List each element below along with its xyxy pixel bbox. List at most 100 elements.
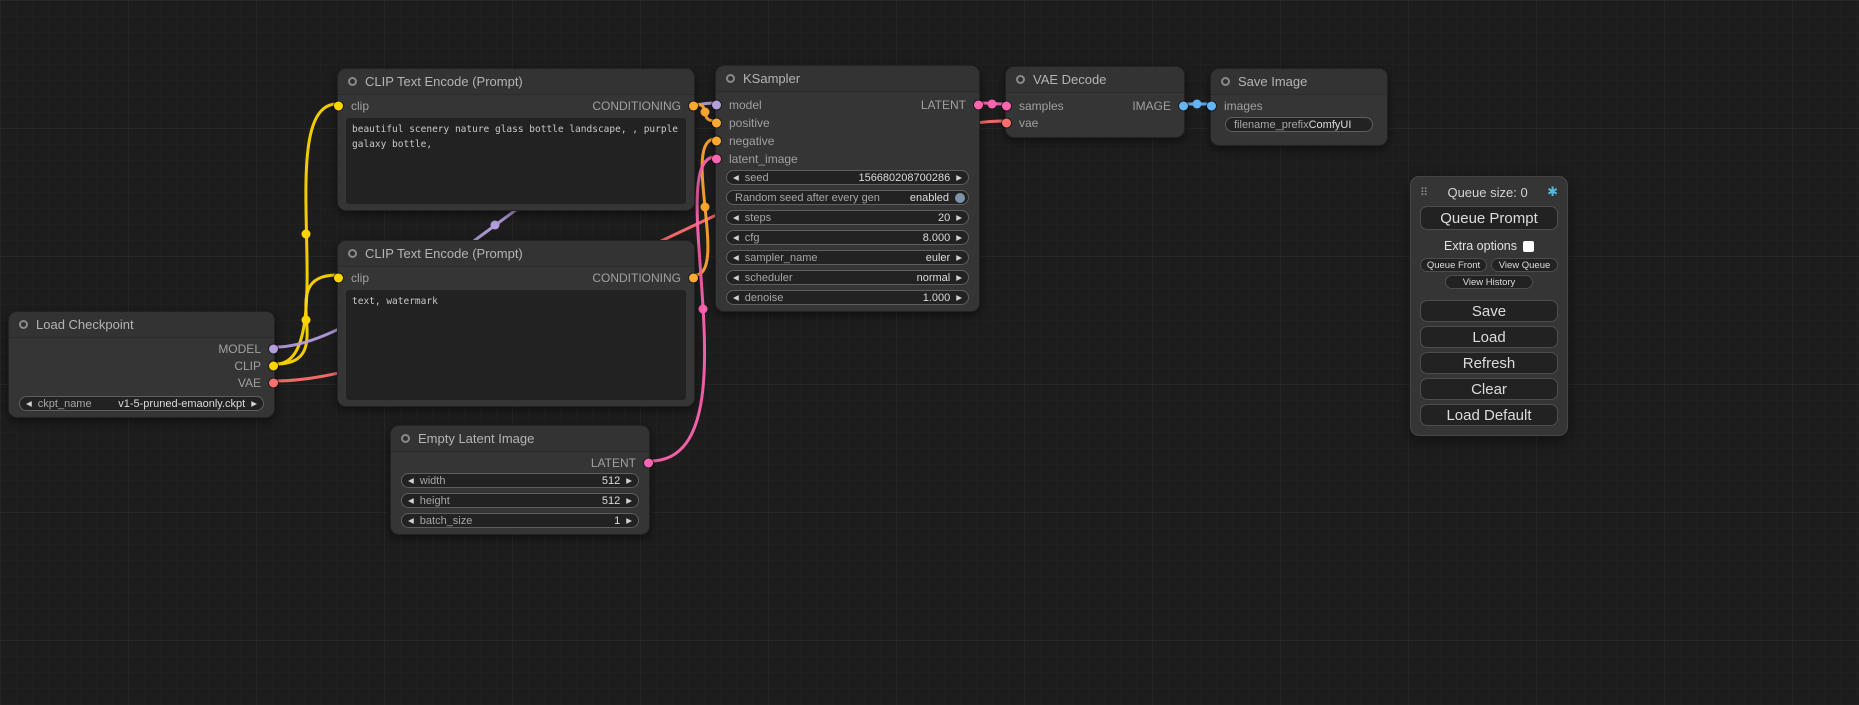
decrement-arrow-icon[interactable]: ◀ [408, 477, 414, 485]
collapse-dot-icon[interactable] [348, 77, 357, 86]
view-history-button[interactable]: View History [1445, 275, 1533, 289]
increment-arrow-icon[interactable]: ▶ [956, 234, 962, 242]
widget-label: steps [745, 212, 771, 224]
increment-arrow-icon[interactable]: ▶ [956, 274, 962, 282]
widget-random-seed-toggle[interactable]: Random seed after every gen enabled [726, 190, 969, 205]
node-title-bar[interactable]: CLIP Text Encode (Prompt) [338, 69, 694, 95]
node-ksampler[interactable]: KSampler model LATENT positive negative … [715, 65, 980, 312]
widget-value: 156680208700286 [858, 172, 950, 184]
output-port-clip-dot[interactable] [269, 361, 278, 370]
decrement-arrow-icon[interactable]: ◀ [733, 214, 739, 222]
node-load-checkpoint[interactable]: Load Checkpoint MODEL CLIP VAE ◀ ckpt_na… [8, 311, 275, 418]
decrement-arrow-icon[interactable]: ◀ [733, 274, 739, 282]
widget-width[interactable]: ◀ width 512 ▶ [401, 473, 639, 488]
node-vae-decode[interactable]: VAE Decode samples IMAGE vae [1005, 66, 1185, 138]
output-port-vae-label: VAE [238, 376, 261, 390]
node-title-label: VAE Decode [1033, 72, 1106, 87]
node-empty-latent-image[interactable]: Empty Latent Image LATENT ◀ width 512 ▶ … [390, 425, 650, 535]
widget-sampler-name[interactable]: ◀ sampler_name euler ▶ [726, 250, 969, 265]
decrement-arrow-icon[interactable]: ◀ [733, 294, 739, 302]
input-port-negative-dot[interactable] [712, 137, 721, 146]
widget-label: Random seed after every gen [735, 192, 880, 204]
output-port-model-dot[interactable] [269, 344, 278, 353]
decrement-arrow-icon[interactable]: ◀ [733, 254, 739, 262]
link-midpoint-dot [701, 203, 710, 212]
queue-size-label: Queue size: 0 [1428, 185, 1547, 200]
increment-arrow-icon[interactable]: ▶ [626, 517, 632, 525]
increment-arrow-icon[interactable]: ▶ [626, 497, 632, 505]
input-port-images-dot[interactable] [1207, 101, 1216, 110]
widget-batch-size[interactable]: ◀ batch_size 1 ▶ [401, 513, 639, 528]
queue-front-button[interactable]: Queue Front [1420, 258, 1487, 272]
output-port-conditioning-dot[interactable] [689, 273, 698, 282]
node-title-bar[interactable]: CLIP Text Encode (Prompt) [338, 241, 694, 267]
link-midpoint-dot [302, 230, 311, 239]
widget-seed[interactable]: ◀ seed 156680208700286 ▶ [726, 170, 969, 185]
decrement-arrow-icon[interactable]: ◀ [26, 400, 32, 408]
node-title-bar[interactable]: KSampler [716, 66, 979, 92]
toggle-knob-icon[interactable] [955, 193, 965, 203]
load-default-button[interactable]: Load Default [1420, 404, 1558, 426]
view-queue-button[interactable]: View Queue [1491, 258, 1558, 272]
decrement-arrow-icon[interactable]: ◀ [733, 234, 739, 242]
save-button[interactable]: Save [1420, 300, 1558, 322]
widget-ckpt-name[interactable]: ◀ ckpt_name v1-5-pruned-emaonly.ckpt ▶ [19, 396, 264, 411]
settings-gear-icon[interactable]: ✱ [1547, 184, 1558, 200]
increment-arrow-icon[interactable]: ▶ [956, 214, 962, 222]
input-port-clip-dot[interactable] [334, 273, 343, 282]
decrement-arrow-icon[interactable]: ◀ [408, 517, 414, 525]
input-port-positive-label: positive [729, 116, 770, 130]
widget-label: filename_prefix [1234, 119, 1309, 131]
widget-steps[interactable]: ◀ steps 20 ▶ [726, 210, 969, 225]
prompt-textarea[interactable]: beautiful scenery nature glass bottle la… [346, 118, 686, 204]
node-title-bar[interactable]: Empty Latent Image [391, 426, 649, 452]
clear-button[interactable]: Clear [1420, 378, 1558, 400]
load-button[interactable]: Load [1420, 326, 1558, 348]
widget-denoise[interactable]: ◀ denoise 1.000 ▶ [726, 290, 969, 305]
input-port-samples-dot[interactable] [1002, 101, 1011, 110]
increment-arrow-icon[interactable]: ▶ [626, 477, 632, 485]
input-port-positive-dot[interactable] [712, 119, 721, 128]
increment-arrow-icon[interactable]: ▶ [956, 174, 962, 182]
widget-filename-prefix[interactable]: filename_prefix ComfyUI [1225, 117, 1373, 132]
output-port-conditioning-dot[interactable] [689, 101, 698, 110]
collapse-dot-icon[interactable] [348, 249, 357, 258]
node-title-bar[interactable]: Save Image [1211, 69, 1387, 95]
drag-handle-icon[interactable]: ⠿ [1420, 186, 1428, 199]
prompt-textarea[interactable]: text, watermark [346, 290, 686, 400]
increment-arrow-icon[interactable]: ▶ [956, 254, 962, 262]
increment-arrow-icon[interactable]: ▶ [956, 294, 962, 302]
node-title-bar[interactable]: VAE Decode [1006, 67, 1184, 93]
output-port-image-dot[interactable] [1179, 101, 1188, 110]
collapse-dot-icon[interactable] [19, 320, 28, 329]
collapse-dot-icon[interactable] [1221, 77, 1230, 86]
node-save-image[interactable]: Save Image images filename_prefix ComfyU… [1210, 68, 1388, 146]
node-graph-canvas[interactable]: Load Checkpoint MODEL CLIP VAE ◀ ckpt_na… [0, 0, 1859, 705]
extra-options-checkbox[interactable] [1523, 241, 1534, 252]
widget-height[interactable]: ◀ height 512 ▶ [401, 493, 639, 508]
widget-scheduler[interactable]: ◀ scheduler normal ▶ [726, 270, 969, 285]
input-port-latent-image-dot[interactable] [712, 155, 721, 164]
node-clip-text-encode-positive[interactable]: CLIP Text Encode (Prompt) clip CONDITION… [337, 68, 695, 211]
widget-value: 512 [602, 475, 620, 487]
decrement-arrow-icon[interactable]: ◀ [733, 174, 739, 182]
node-title-bar[interactable]: Load Checkpoint [9, 312, 274, 338]
increment-arrow-icon[interactable]: ▶ [251, 400, 257, 408]
output-port-vae-dot[interactable] [269, 378, 278, 387]
collapse-dot-icon[interactable] [726, 74, 735, 83]
input-port-clip-dot[interactable] [334, 101, 343, 110]
input-port-samples-label: samples [1019, 99, 1064, 113]
collapse-dot-icon[interactable] [1016, 75, 1025, 84]
refresh-button[interactable]: Refresh [1420, 352, 1558, 374]
node-clip-text-encode-negative[interactable]: CLIP Text Encode (Prompt) clip CONDITION… [337, 240, 695, 407]
decrement-arrow-icon[interactable]: ◀ [408, 497, 414, 505]
output-port-latent-dot[interactable] [644, 458, 653, 467]
input-port-model-dot[interactable] [712, 101, 721, 110]
queue-prompt-button[interactable]: Queue Prompt [1420, 206, 1558, 230]
widget-cfg[interactable]: ◀ cfg 8.000 ▶ [726, 230, 969, 245]
queue-panel-header: ⠿ Queue size: 0 ✱ [1420, 184, 1558, 200]
input-port-vae-dot[interactable] [1002, 118, 1011, 127]
output-port-latent-dot[interactable] [974, 101, 983, 110]
widget-label: width [420, 475, 446, 487]
collapse-dot-icon[interactable] [401, 434, 410, 443]
